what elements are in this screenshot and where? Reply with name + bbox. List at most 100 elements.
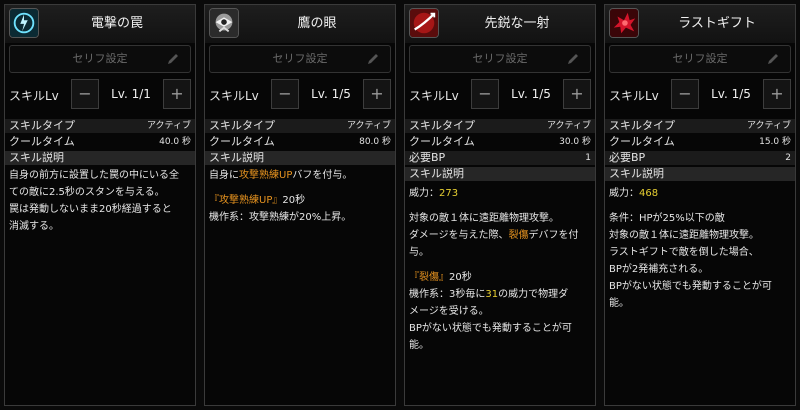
bp-value: 1 (585, 153, 591, 163)
skill-title: ラストギフト (678, 16, 756, 31)
skill-type-row: スキルタイプ アクティブ (5, 119, 195, 133)
desc-line: 条件：HPが25%以下の敵 (609, 213, 725, 224)
skill-level-value: Lv. 1/5 (711, 87, 751, 101)
buff-name: 『攻撃熟練UP』 (209, 195, 283, 206)
serif-settings-button[interactable]: セリフ設定 (409, 45, 591, 73)
cooltime-value: 15.0 秒 (759, 137, 791, 147)
serif-settings-label: セリフ設定 (272, 52, 328, 65)
skill-desc-label: スキル説明 (609, 167, 664, 180)
skill-type-label: スキルタイプ (9, 119, 75, 132)
level-increase-button[interactable]: + (763, 79, 791, 109)
skill-type-row: スキルタイプ アクティブ (405, 119, 595, 133)
skill-level-row: スキルLv − Lv. 1/5 + (205, 79, 395, 111)
serif-settings-label: セリフ設定 (472, 52, 528, 65)
desc-line: 自身に攻撃熟練UPバフを付与。 (209, 170, 353, 181)
desc-line: 対象の敵１体に遠距離物理攻撃。 (609, 230, 759, 241)
cooltime-label: クールタイム (409, 135, 475, 148)
title-bar: 電撃の罠 (5, 5, 195, 43)
level-increase-button[interactable]: + (363, 79, 391, 109)
cooltime-value: 30.0 秒 (559, 137, 591, 147)
skill-type-value: アクティブ (146, 121, 191, 131)
skill-type-row: スキルタイプ アクティブ (605, 119, 795, 133)
skill-title: 先鋭な一射 (484, 16, 550, 31)
cooltime-row: クールタイム 15.0 秒 (605, 135, 795, 149)
skill-level-row: スキルLv − Lv. 1/5 + (405, 79, 595, 111)
serif-settings-button[interactable]: セリフ設定 (609, 45, 791, 73)
cooltime-label: クールタイム (609, 135, 675, 148)
desc-line: 能。 (409, 340, 429, 351)
skill-description: 威力：468 条件：HPが25%以下の敵 対象の敵１体に遠距離物理攻撃。 ラスト… (609, 185, 791, 312)
title-bar: 先鋭な一射 (405, 5, 595, 43)
serif-settings-button[interactable]: セリフ設定 (209, 45, 391, 73)
power-line: 威力：273 (409, 188, 459, 199)
title-bar: ラストギフト (605, 5, 795, 43)
serif-settings-label: セリフ設定 (72, 52, 128, 65)
skill-description: 威力：273 対象の敵１体に遠距離物理攻撃。 ダメージを与えた際、裂傷デバフを付… (409, 185, 591, 354)
skill-panel-2: 鷹の眼 セリフ設定 スキルLv − Lv. 1/5 + スキルタイプ アクティブ… (204, 4, 396, 406)
skill-desc-label: スキル説明 (209, 151, 264, 164)
skill-desc-header: スキル説明 (205, 151, 395, 165)
desc-line: 対象の敵１体に遠距離物理攻撃。 (409, 213, 559, 224)
desc-line: 『攻撃熟練UP』20秒 (209, 195, 306, 206)
level-increase-button[interactable]: + (163, 79, 191, 109)
sharp-shot-icon (409, 8, 439, 38)
skill-type-label: スキルタイプ (409, 119, 475, 132)
skill-description: 自身の前方に設置した罠の中にいる全 ての敵に2.5秒のスタンを与える。 罠は発動… (9, 167, 191, 235)
power-value: 468 (639, 188, 659, 199)
skill-level-row: スキルLv − Lv. 1/1 + (5, 79, 195, 111)
desc-line: 消滅する。 (9, 221, 59, 232)
skill-type-value: アクティブ (346, 121, 391, 131)
title-bar: 鷹の眼 (205, 5, 395, 43)
bp-row: 必要BP 2 (605, 151, 795, 165)
skill-level-value: Lv. 1/5 (311, 87, 351, 101)
skill-level-label: スキルLv (609, 89, 659, 103)
pen-icon (368, 54, 378, 64)
level-decrease-button[interactable]: − (471, 79, 499, 109)
skill-type-value: アクティブ (746, 121, 791, 131)
bp-row: 必要BP 1 (405, 151, 595, 165)
level-decrease-button[interactable]: − (671, 79, 699, 109)
cooltime-label: クールタイム (9, 135, 75, 148)
hawk-eye-icon (209, 8, 239, 38)
pen-icon (168, 54, 178, 64)
desc-line: BPがない状態でも発動することが可 (409, 323, 572, 334)
skill-level-value: Lv. 1/1 (111, 87, 151, 101)
skill-description: 自身に攻撃熟練UPバフを付与。 『攻撃熟練UP』20秒 機作系：攻撃熟練が20%… (209, 167, 391, 226)
skill-desc-header: スキル説明 (5, 151, 195, 165)
skill-desc-header: スキル説明 (405, 167, 595, 181)
skill-panel-4: ラストギフト セリフ設定 スキルLv − Lv. 1/5 + スキルタイプ アク… (604, 4, 796, 406)
pen-icon (768, 54, 778, 64)
skill-level-label: スキルLv (9, 89, 59, 103)
skill-level-label: スキルLv (409, 89, 459, 103)
cooltime-row: クールタイム 80.0 秒 (205, 135, 395, 149)
serif-settings-button[interactable]: セリフ設定 (9, 45, 191, 73)
desc-line: 自身の前方に設置した罠の中にいる全 (9, 170, 179, 181)
cooltime-row: クールタイム 30.0 秒 (405, 135, 595, 149)
desc-line: 罠は発動しないまま20秒経過すると (9, 204, 172, 215)
cooltime-label: クールタイム (209, 135, 275, 148)
power-value: 273 (439, 188, 459, 199)
level-increase-button[interactable]: + (563, 79, 591, 109)
last-gift-icon (609, 8, 639, 38)
skill-title: 鷹の眼 (297, 16, 337, 31)
pen-icon (568, 54, 578, 64)
bp-value: 2 (785, 153, 791, 163)
buff-name: 攻撃熟練UP (239, 170, 293, 181)
bp-label: 必要BP (609, 151, 646, 164)
skill-desc-label: スキル説明 (409, 167, 464, 180)
skill-type-value: アクティブ (546, 121, 591, 131)
debuff-name: 『裂傷』 (409, 272, 449, 283)
level-decrease-button[interactable]: − (271, 79, 299, 109)
cooltime-row: クールタイム 40.0 秒 (5, 135, 195, 149)
desc-line: ダメージを与えた際、裂傷デバフを付 (409, 230, 579, 241)
desc-line: BPがない状態でも発動することが可能。 (609, 281, 772, 309)
desc-line: ての敵に2.5秒のスタンを与える。 (9, 187, 165, 198)
desc-line: 機作系：3秒毎に31の威力で物理ダ (409, 289, 569, 300)
power-line: 威力：468 (609, 188, 659, 199)
level-decrease-button[interactable]: − (71, 79, 99, 109)
skill-panel-3: 先鋭な一射 セリフ設定 スキルLv − Lv. 1/5 + スキルタイプ アクテ… (404, 4, 596, 406)
desc-line: 機作系：攻撃熟練が20%上昇。 (209, 212, 352, 223)
desc-line: メージを受ける。 (409, 306, 489, 317)
skill-desc-label: スキル説明 (9, 151, 64, 164)
skill-level-label: スキルLv (209, 89, 259, 103)
